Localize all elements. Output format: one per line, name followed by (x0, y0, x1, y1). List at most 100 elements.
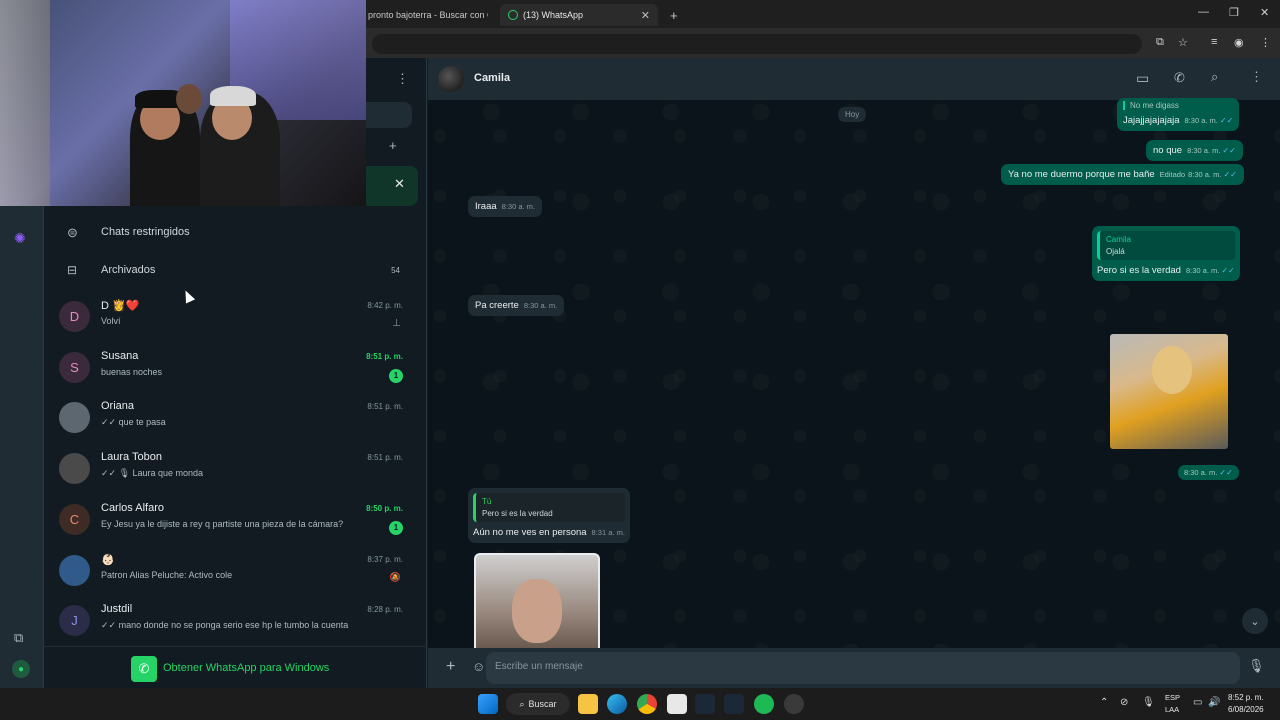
quoted-message[interactable]: Tú Pero si es la verdad (473, 493, 625, 522)
tab-search[interactable]: pronto bajoterra - Buscar con G (360, 4, 500, 26)
notepad-icon[interactable] (667, 694, 687, 714)
message-time: 8:31 a. m. (591, 528, 625, 537)
tray-network-off-icon[interactable]: ⊘ (1120, 697, 1128, 708)
minimize-icon[interactable]: — (1198, 6, 1209, 18)
chat-time: 8:37 p. m. (367, 554, 403, 564)
menu-kebab-icon[interactable]: ⋮ (1260, 36, 1271, 49)
chat-time: 8:42 p. m. (367, 301, 403, 310)
archived-row[interactable]: ⊟ Archivados 54 (44, 256, 427, 288)
restore-icon[interactable]: ❐ (1229, 6, 1239, 19)
voice-call-icon[interactable]: ✆ (1174, 70, 1185, 86)
restricted-label: Chats restringidos (101, 226, 190, 238)
contact-avatar[interactable] (438, 66, 464, 92)
chat-time: 8:50 p. m. (366, 503, 403, 513)
meta-ai-icon[interactable]: ✺ (14, 230, 26, 247)
chat-list-item[interactable]: S Susana buenas noches 8:51 p. m. 1 (44, 344, 427, 395)
chrome-icon[interactable] (637, 694, 657, 714)
cap-right (210, 86, 256, 106)
image-message[interactable] (474, 553, 600, 648)
terminal-icon[interactable] (695, 694, 715, 714)
chat-list-item[interactable]: D D 👸❤️ Volví 8:42 p. m. ⊥ (44, 293, 427, 344)
chat-list-item[interactable]: C Carlos Alfaro Ey Jesu ya le dijiste a re… (44, 496, 427, 547)
tab-whatsapp[interactable]: (13) WhatsApp ✕ (500, 4, 658, 26)
steam-icon[interactable] (724, 694, 744, 714)
quoted-message[interactable]: Camila Ojalá (1097, 231, 1235, 260)
address-bar[interactable] (372, 34, 1142, 54)
video-call-icon[interactable]: ▭ (1136, 70, 1149, 87)
whatsapp-logo-icon: ✆ (131, 656, 157, 682)
chat-list-item[interactable]: Laura Tobon ✓✓ 🎙 Laura que monda 8:51 p. m… (44, 445, 427, 496)
attach-plus-icon[interactable]: + (446, 658, 455, 676)
close-window-icon[interactable]: ✕ (1260, 6, 1269, 19)
bookmark-star-icon[interactable]: ☆ (1178, 36, 1188, 49)
chat-list-item[interactable]: 👶🏻 Patron Alias Peluche: Activo cole 8:37 … (44, 547, 427, 598)
contact-name[interactable]: Camila (474, 72, 510, 84)
new-tab-button[interactable]: + (662, 4, 686, 26)
unread-badge: 1 (389, 520, 403, 535)
message-placeholder: Escribe un mensaje (495, 661, 583, 672)
message-bubble[interactable]: Tú Pero si es la verdad Aún no me ves en… (468, 488, 630, 543)
composer-bar: + ☺ Escribe un mensaje 🎙 (428, 648, 1280, 688)
avatar: D (59, 301, 90, 332)
media-library-icon[interactable]: ⧉ (14, 630, 23, 646)
chat-preview: ✓✓ mano donde no se ponga serio ese hp l… (101, 620, 349, 631)
media-controls-icon[interactable]: ≡ (1211, 36, 1217, 48)
avatar (59, 554, 90, 586)
muted-icon: 🔕 (389, 571, 401, 582)
keyboard-layout[interactable]: LAA (1165, 705, 1179, 714)
spotify-icon[interactable] (754, 694, 774, 714)
taskbar-search[interactable]: ⌕ Buscar (506, 693, 570, 715)
message-bubble[interactable]: Ya no me duermo porque me bañe Editado 8:3… (1001, 164, 1244, 185)
edited-label: Editado (1159, 170, 1186, 179)
start-button-icon[interactable] (478, 694, 498, 714)
edge-icon[interactable] (607, 694, 627, 714)
obs-icon[interactable] (784, 694, 804, 714)
close-tab-icon[interactable]: ✕ (641, 9, 650, 22)
search-icon[interactable]: ⌕ (1211, 69, 1218, 85)
tray-chevron-icon[interactable]: ⌃ (1100, 697, 1108, 708)
scroll-down-button[interactable]: ⌄ (1242, 608, 1268, 634)
archived-count: 54 (391, 266, 400, 275)
chatlist-menu-icon[interactable]: ⋮ (396, 71, 409, 87)
message-input[interactable]: Escribe un mensaje (486, 652, 1240, 684)
message-bubble[interactable]: Iraaa 8:30 a. m. (468, 196, 543, 217)
chat-time: 8:51 p. m. (366, 351, 403, 361)
install-app-icon[interactable]: ⧉ (1156, 36, 1164, 49)
message-time: 8:30 a. m. (1185, 266, 1220, 275)
chat-preview: ✓✓ que te pasa (101, 417, 166, 428)
profile-icon[interactable]: ◉ (1234, 36, 1244, 49)
clock-time[interactable]: 8:52 p. m. (1228, 693, 1264, 702)
chat-name: Carlos Alfaro (101, 501, 164, 514)
message-time: 8:30 a. m. (1184, 468, 1218, 477)
restricted-chats-row[interactable]: ⊜ Chats restringidos (44, 218, 427, 250)
download-label: Obtener WhatsApp para Windows (163, 662, 330, 674)
tray-volume-icon[interactable]: 🔊 (1208, 697, 1220, 708)
chat-list-item[interactable]: Oriana ✓✓ que te pasa 8:51 p. m. (44, 394, 427, 445)
add-filter-icon[interactable]: + (389, 138, 397, 153)
message-bubble[interactable]: no que 8:30 a. m. ✓✓ (1146, 140, 1243, 161)
message-bubble[interactable]: No me digass Jajajjajajajaja 8:30 a. m. ✓✓ (1117, 98, 1240, 131)
image-message[interactable] (1110, 334, 1228, 449)
tray-display-icon[interactable]: ▭ (1193, 697, 1202, 708)
file-explorer-icon[interactable] (578, 694, 598, 714)
chat-list-item[interactable]: J Justdil ✓✓ mano donde no se ponga serio … (44, 597, 427, 648)
tray-mic-icon[interactable]: 🎙 (1142, 697, 1155, 708)
sticker-icon[interactable]: ☺ (472, 659, 485, 674)
message-bubble[interactable]: Pa creerte 8:30 a. m. (468, 295, 565, 316)
pin-icon: ⊥ (392, 318, 401, 329)
chat-preview: buenas noches (101, 366, 163, 377)
message-time: 8:30 a. m. (1188, 170, 1222, 179)
close-banner-icon[interactable]: ✕ (394, 176, 405, 192)
language-indicator[interactable]: ESP (1165, 693, 1180, 702)
chat-menu-icon[interactable]: ⋮ (1250, 69, 1263, 85)
tab-label: pronto bajoterra - Buscar con G (368, 10, 488, 20)
download-banner[interactable]: ✆ Obtener WhatsApp para Windows (44, 646, 427, 688)
read-ticks-icon: ✓✓ (1223, 170, 1237, 179)
profile-avatar[interactable]: ● (12, 660, 30, 678)
photo-subject (1152, 346, 1192, 394)
message-bubble[interactable]: Camila Ojalá Pero si es la verdad 8:30 a.… (1092, 226, 1240, 281)
clock-date[interactable]: 6/08/2026 (1228, 705, 1264, 714)
chat-name: 👶🏻 (101, 553, 115, 566)
microphone-icon[interactable]: 🎙 (1248, 658, 1265, 674)
chat-time: 8:51 p. m. (367, 453, 403, 463)
